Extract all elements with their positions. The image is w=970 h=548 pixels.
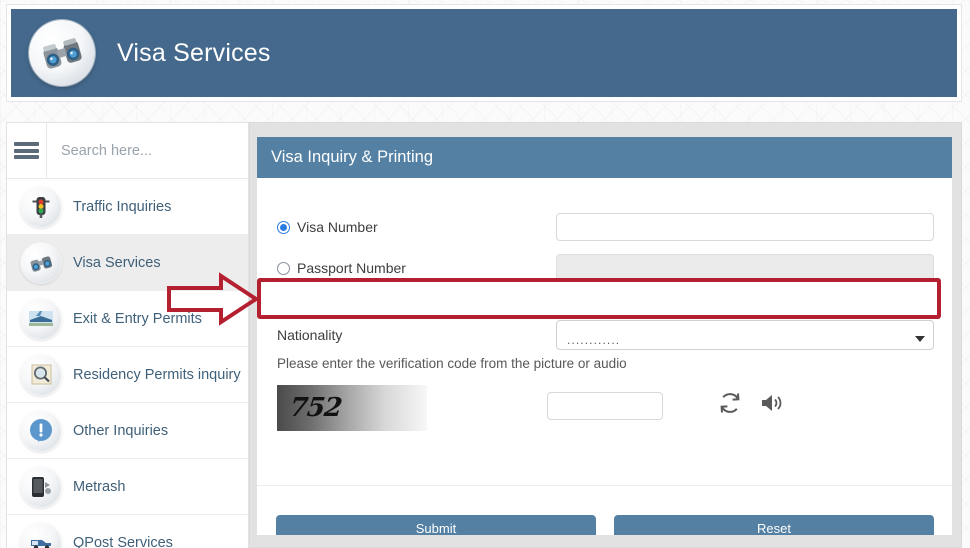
binoculars-icon	[29, 20, 95, 86]
sidebar-item-exit-entry-permits[interactable]: Exit & Entry Permits	[7, 291, 248, 347]
nationality-label: Nationality	[277, 327, 343, 343]
mobile-phone-icon	[21, 466, 61, 507]
refresh-icon[interactable]	[717, 390, 743, 421]
sidebar-search-row	[7, 123, 248, 179]
sidebar-item-qpost-services[interactable]: QPost Services	[7, 515, 248, 548]
airplane-icon	[21, 298, 61, 339]
hamburger-bar	[14, 148, 39, 153]
app-title: Visa Services	[117, 38, 271, 67]
passport-number-radio[interactable]	[277, 261, 290, 275]
nationality-label-group: Nationality	[257, 327, 557, 343]
sidebar-item-metrash[interactable]: Metrash	[7, 459, 248, 515]
binoculars-icon	[21, 242, 61, 283]
sidebar-item-label: Exit & Entry Permits	[73, 310, 202, 327]
passport-number-input[interactable]	[556, 254, 934, 282]
sidebar-item-other-inquiries[interactable]: Other Inquiries	[7, 403, 248, 459]
app-banner: Visa Services	[6, 4, 962, 102]
visa-inquiry-panel: Visa Inquiry & Printing Visa Number Pass…	[256, 136, 953, 536]
panel-divider	[257, 485, 952, 486]
sidebar-item-label: Metrash	[73, 478, 126, 495]
visa-number-label: Visa Number	[297, 219, 378, 235]
traffic-light-icon	[21, 186, 61, 227]
sidebar-item-visa-services[interactable]: Visa Services	[7, 235, 248, 291]
captcha-code: 752	[288, 393, 343, 423]
visa-number-input[interactable]	[556, 213, 934, 241]
submit-button[interactable]: Submit	[276, 515, 596, 535]
sidebar-item-label: Traffic Inquiries	[73, 198, 172, 215]
panel-header: Visa Inquiry & Printing	[257, 137, 952, 178]
visa-number-label-group: Visa Number	[257, 219, 557, 235]
hamburger-bar	[14, 142, 39, 146]
sidebar-item-label: Visa Services	[73, 254, 161, 271]
nationality-dropdown[interactable]: ............	[556, 320, 934, 350]
nationality-selected-value: ............	[567, 333, 621, 347]
captcha-input[interactable]	[547, 392, 663, 420]
sidebar: Traffic Inquiries Visa Services	[6, 122, 249, 548]
post-van-icon	[21, 522, 61, 548]
captcha-image: 752	[277, 385, 427, 431]
exclamation-icon	[21, 410, 61, 451]
magnifier-document-icon	[21, 354, 61, 395]
sidebar-item-traffic-inquiries[interactable]: Traffic Inquiries	[7, 179, 248, 235]
hamburger-menu-icon[interactable]	[7, 123, 47, 178]
sidebar-item-label: QPost Services	[73, 534, 173, 548]
speaker-icon[interactable]	[759, 390, 785, 421]
reset-button[interactable]: Reset	[614, 515, 934, 535]
panel-body: Visa Number Passport Number Nationality …	[257, 178, 952, 535]
search-input[interactable]	[47, 123, 248, 178]
hamburger-bar	[14, 155, 39, 159]
captcha-hint-text: Please enter the verification code from …	[277, 356, 627, 371]
chevron-down-icon	[915, 336, 925, 342]
visa-number-radio[interactable]	[277, 220, 290, 234]
passport-number-label: Passport Number	[297, 260, 406, 276]
sidebar-item-label: Other Inquiries	[73, 422, 169, 439]
sidebar-item-residency-permits-inquiry[interactable]: Residency Permits inquiry	[7, 347, 248, 403]
passport-number-label-group: Passport Number	[257, 260, 557, 276]
nationality-row: Nationality ............	[257, 318, 952, 352]
sidebar-item-label: Residency Permits inquiry	[73, 366, 241, 383]
passport-number-row: Passport Number	[257, 251, 952, 285]
banner-inner: Visa Services	[11, 9, 957, 97]
visa-number-row: Visa Number	[257, 210, 952, 244]
panel-title: Visa Inquiry & Printing	[271, 148, 434, 166]
